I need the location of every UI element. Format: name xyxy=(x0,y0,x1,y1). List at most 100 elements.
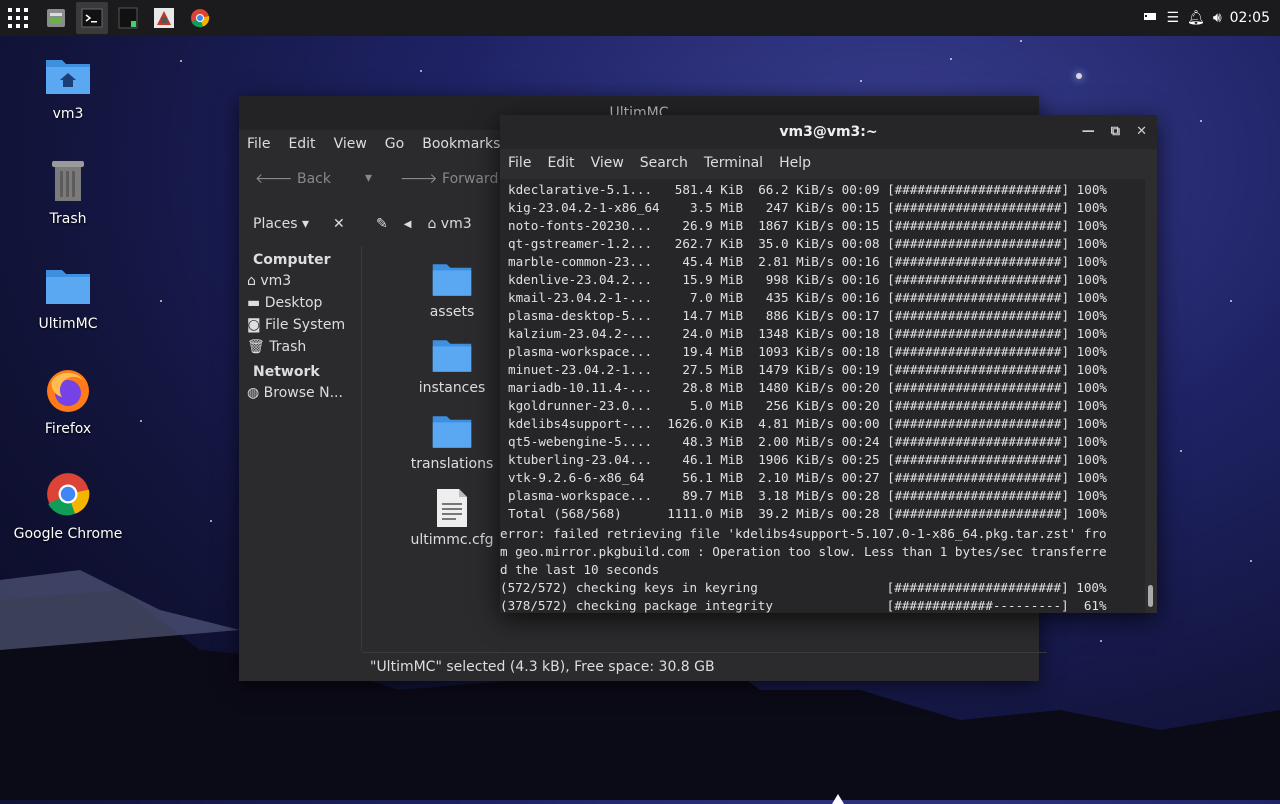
menu-file[interactable]: File xyxy=(247,136,270,152)
desktop-icon-google-chrome[interactable]: Google Chrome xyxy=(13,472,123,542)
file-item-translations[interactable]: translations xyxy=(397,412,507,472)
back-label: Back xyxy=(297,170,331,187)
forward-label: Forward xyxy=(442,170,499,187)
mouse-cursor xyxy=(832,794,844,804)
desktop-icon-label: Trash xyxy=(49,211,87,227)
file-name: instances xyxy=(418,380,486,396)
desktop-icon-label: UltimMC xyxy=(38,316,98,332)
file-name: ultimmc.cfg xyxy=(410,532,494,548)
menu-go[interactable]: Go xyxy=(385,136,404,152)
system-tray: ☰ 🔔︎ 🔊︎ 02:05 xyxy=(1142,0,1270,36)
home-folder-icon xyxy=(46,60,90,94)
folder-icon xyxy=(46,270,90,304)
sidebar-item-vm3[interactable]: ⌂ vm3 xyxy=(239,270,361,292)
menu-terminal[interactable]: Terminal xyxy=(704,155,763,171)
terminal-output[interactable]: kdeclarative-5.1... 581.4 KiB 66.2 KiB/s… xyxy=(500,179,1145,613)
menu-search[interactable]: Search xyxy=(640,155,688,171)
taskbar-minecraft-launcher[interactable] xyxy=(148,2,180,34)
path-segment-home[interactable]: ⌂ vm3 xyxy=(427,216,471,232)
menu-icon[interactable]: ☰ xyxy=(1166,10,1179,26)
file-item-instances[interactable]: instances xyxy=(397,336,507,396)
desktop-icon-vm3[interactable]: vm3 xyxy=(13,52,123,122)
arrow-left-icon: 🡐 xyxy=(255,170,293,187)
notification-bell-icon[interactable]: 🔔︎ xyxy=(1187,10,1205,26)
storage-icon[interactable] xyxy=(1142,9,1158,27)
app-launcher-button[interactable] xyxy=(0,0,36,36)
back-history-dropdown[interactable]: ▾ xyxy=(365,170,372,186)
desktop-icon-label: vm3 xyxy=(52,106,84,122)
sidebar-item-trash[interactable]: 🗑︎ Trash xyxy=(239,336,361,358)
back-button[interactable]: 🡐 Back xyxy=(255,170,331,187)
sidebar-item-browse-network[interactable]: ◍ Browse N... xyxy=(239,382,361,404)
chrome-icon xyxy=(191,9,210,28)
path-bar: ✎ ◀ ⌂ vm3 xyxy=(362,204,472,244)
folder-icon xyxy=(432,264,472,296)
status-bar: "UltimMC" selected (4.3 kB), Free space:… xyxy=(362,652,1047,681)
places-sidebar: Computer ⌂ vm3 ▬ Desktop ◙ File System 🗑… xyxy=(239,246,362,651)
desktop-icon: ▬ xyxy=(247,295,261,311)
places-header: Places ▾ ✕ xyxy=(239,204,375,244)
sidebar-item-desktop[interactable]: ▬ Desktop xyxy=(239,292,361,314)
file-item-assets[interactable]: assets xyxy=(397,260,507,320)
menu-help[interactable]: Help xyxy=(779,155,811,171)
sidebar-item-file-system[interactable]: ◙ File System xyxy=(239,314,361,336)
chrome-icon xyxy=(47,473,90,516)
terminal-scrollbar[interactable] xyxy=(1148,585,1153,607)
clock[interactable]: 02:05 xyxy=(1230,10,1270,26)
terminal-titlebar[interactable]: vm3@vm3:~ — ⧉ ✕ xyxy=(500,115,1157,149)
grid-icon xyxy=(8,8,28,28)
menu-view[interactable]: View xyxy=(591,155,624,171)
places-label: Places xyxy=(253,216,298,232)
taskbar-file-manager[interactable] xyxy=(40,2,72,34)
menu-edit[interactable]: Edit xyxy=(288,136,315,152)
trash-icon xyxy=(52,161,84,201)
file-manager-icon xyxy=(47,9,65,27)
path-scroll-left-button[interactable]: ◀ xyxy=(404,219,412,230)
terminal-icon xyxy=(81,8,103,28)
file-name: translations xyxy=(410,456,494,472)
desktop-icon-firefox[interactable]: Firefox xyxy=(13,367,123,437)
desktop-icon-ultimmc[interactable]: UltimMC xyxy=(13,262,123,332)
folder-icon xyxy=(432,340,472,372)
forward-button[interactable]: 🡒 Forward xyxy=(400,170,498,187)
ultimmc-icon xyxy=(154,8,174,28)
window-title: vm3@vm3:~ xyxy=(779,124,878,140)
menu-view[interactable]: View xyxy=(334,136,367,152)
path-home-label: vm3 xyxy=(440,216,472,232)
places-dropdown[interactable]: Places ▾ xyxy=(253,216,309,232)
file-view: assets instances translations ultimmc.cf… xyxy=(362,246,502,651)
top-panel: ☰ 🔔︎ 🔊︎ 02:05 xyxy=(0,0,1280,36)
desktop-icon-label: Google Chrome xyxy=(13,526,123,542)
download-progress-lines: kdeclarative-5.1... 581.4 KiB 66.2 KiB/s… xyxy=(508,182,1107,521)
close-sidebar-button[interactable]: ✕ xyxy=(333,216,345,232)
minimize-icon[interactable]: — xyxy=(1082,115,1095,149)
sidebar-item-label: vm3 xyxy=(260,273,292,289)
window-controls: — ⧉ ✕ xyxy=(1082,115,1147,149)
terminal-menubar: File Edit View Search Terminal Help xyxy=(500,149,1157,177)
file-name: assets xyxy=(429,304,475,320)
desktop-icon-label: Firefox xyxy=(44,421,92,437)
sidebar-item-label: Trash xyxy=(269,339,307,355)
sidebar-item-label: File System xyxy=(265,317,346,333)
menu-bookmarks[interactable]: Bookmarks xyxy=(422,136,500,152)
taskbar-system-monitor[interactable] xyxy=(112,2,144,34)
taskbar-chrome[interactable] xyxy=(184,2,216,34)
sidebar-section-network: Network xyxy=(253,364,320,380)
taskbar-terminal[interactable] xyxy=(76,2,108,34)
close-icon[interactable]: ✕ xyxy=(1136,115,1147,149)
drive-icon: ◙ xyxy=(247,317,261,333)
volume-icon[interactable]: 🔊︎ xyxy=(1213,10,1222,26)
network-icon: ◍ xyxy=(247,385,260,401)
firefox-icon xyxy=(47,370,89,412)
desktop-icon-trash[interactable]: Trash xyxy=(13,157,123,227)
error-and-check-lines: error: failed retrieving file 'kdelibs4s… xyxy=(500,526,1107,613)
menu-edit[interactable]: Edit xyxy=(547,155,574,171)
maximize-icon[interactable]: ⧉ xyxy=(1111,115,1120,149)
menu-file[interactable]: File xyxy=(508,155,531,171)
system-monitor-icon xyxy=(118,7,138,29)
sidebar-item-label: Browse N... xyxy=(263,385,343,401)
edit-path-button[interactable]: ✎ xyxy=(376,216,388,232)
sidebar-section-computer: Computer xyxy=(253,252,331,268)
file-item-ultimmc-cfg[interactable]: ultimmc.cfg xyxy=(397,488,507,548)
trash-icon: 🗑︎ xyxy=(247,339,265,355)
